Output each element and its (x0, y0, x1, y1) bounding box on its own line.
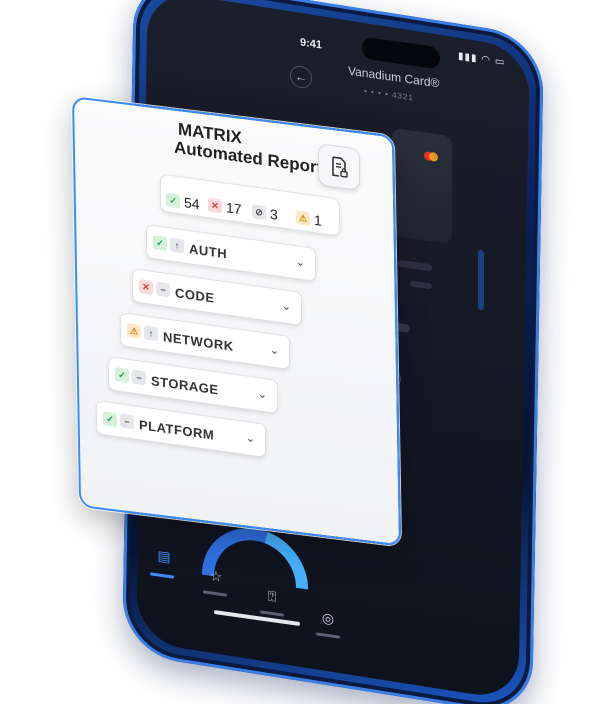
document-lock-icon (332, 156, 348, 178)
check-icon: ✓ (166, 192, 180, 209)
layout-icon: ▤ (157, 547, 171, 565)
category-label: NETWORK (163, 329, 234, 355)
cross-icon: ✕ (139, 279, 153, 296)
check-icon: ✓ (115, 367, 129, 384)
skip-circle-icon: ⊘ (252, 204, 266, 221)
chevron-down-icon[interactable]: ⌄ (246, 431, 255, 445)
check-icon: ✓ (153, 235, 167, 252)
passed-value: 54 (184, 194, 200, 213)
profile-icon: ◎ (321, 609, 335, 627)
skipped-value: 3 (270, 205, 278, 223)
minus-icon: – (156, 281, 170, 298)
arrow-up-icon: ↑ (144, 325, 158, 342)
category-label: CODE (175, 285, 215, 306)
question-box-icon: ⍰ (267, 587, 277, 605)
skipped-count: ⊘ 3 (252, 203, 278, 223)
warning-count: ⚠ 1 (296, 209, 322, 229)
star-icon: ☆ (209, 567, 223, 585)
credit-card-preview[interactable] (392, 127, 452, 245)
category-label: AUTH (189, 241, 228, 262)
category-label: STORAGE (151, 373, 219, 398)
minus-icon: – (132, 369, 146, 386)
warning-icon: ⚠ (296, 210, 310, 227)
battery-icon: ▭ (494, 55, 506, 69)
check-icon: ✓ (103, 411, 117, 428)
phone-side-button (478, 249, 484, 311)
report-document-button[interactable] (318, 143, 360, 191)
chevron-down-icon[interactable]: ⌄ (270, 343, 279, 357)
arrow-up-icon: ↑ (170, 237, 184, 254)
chevron-down-icon[interactable]: ⌄ (296, 255, 305, 269)
chevron-down-icon[interactable]: ⌄ (258, 387, 267, 401)
warning-value: 1 (314, 211, 322, 229)
arrow-left-icon: ← (295, 69, 307, 85)
category-label: PLATFORM (139, 417, 215, 443)
warning-icon: ⚠ (127, 323, 141, 340)
chevron-down-icon[interactable]: ⌄ (282, 299, 291, 313)
cross-icon: ✕ (208, 197, 222, 214)
failed-value: 17 (226, 199, 242, 218)
mastercard-logo (424, 151, 438, 162)
gauge-arc-secondary (264, 531, 309, 590)
wifi-icon: ◠ (481, 53, 492, 67)
minus-icon: – (120, 413, 134, 430)
